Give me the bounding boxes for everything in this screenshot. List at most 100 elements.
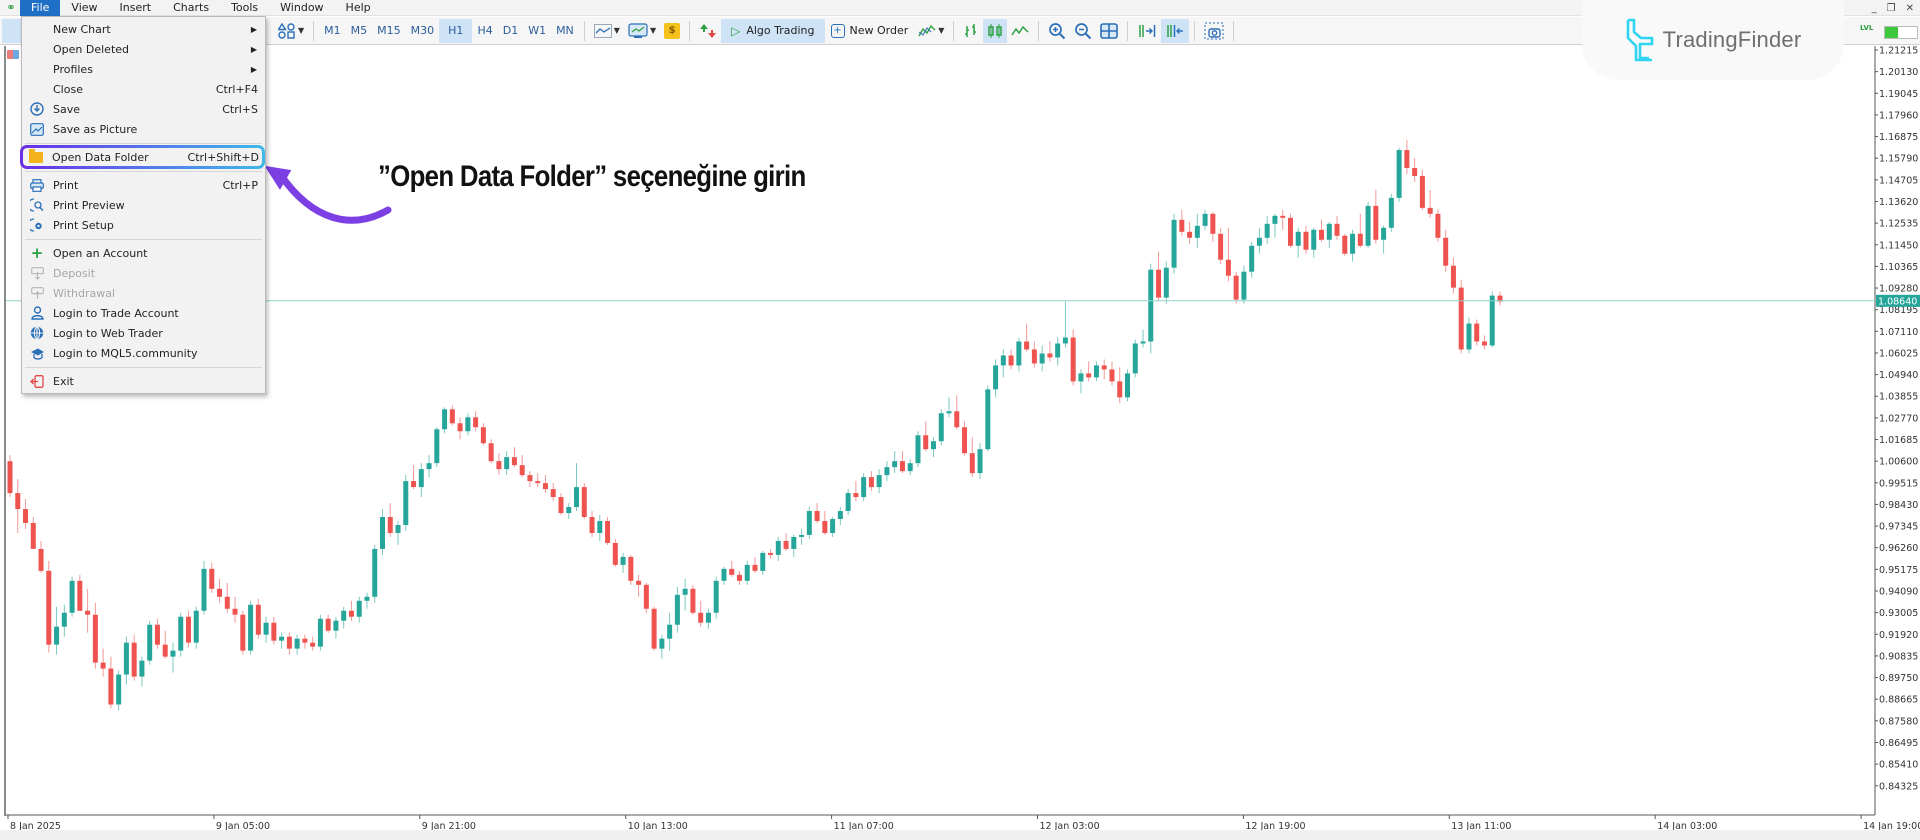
price-tick-label: 0.89750	[1879, 673, 1918, 684]
file-menu-item-open-data-folder[interactable]: Open Data Folder Ctrl+Shift+D	[21, 147, 266, 167]
candle-bearish	[1179, 219, 1185, 232]
candle-bearish	[348, 610, 354, 617]
candle-bullish	[139, 660, 145, 677]
candle-bullish	[123, 642, 129, 675]
file-menu-item-open-an-account[interactable]: + Open an Account	[22, 243, 265, 263]
candle-bearish	[496, 461, 502, 470]
candle-bearish	[1357, 233, 1363, 246]
menu-item-label: Profiles	[53, 62, 93, 76]
file-menu-item-save-as-picture[interactable]: Save as Picture	[22, 119, 265, 139]
candle-bullish	[876, 475, 882, 488]
candle-bullish	[791, 536, 797, 549]
file-menu-item-close[interactable]: Close Ctrl+F4	[22, 79, 265, 99]
candle-bearish	[581, 487, 587, 518]
file-menu-item-new-chart[interactable]: New Chart ▶	[22, 19, 265, 39]
candle-bullish	[1055, 343, 1061, 358]
candle-bearish	[822, 520, 828, 533]
price-chart[interactable]: 1.21215 1.20130 1.19045 1.17960 1.16875 1.157…	[0, 0, 1920, 840]
price-tick-label: 0.96260	[1879, 543, 1918, 554]
candle-bullish	[341, 610, 347, 621]
file-menu-item-print-preview[interactable]: Print Preview	[22, 195, 265, 215]
candle-bearish	[286, 636, 292, 649]
candle-bullish	[659, 638, 665, 649]
file-menu-item-print[interactable]: Print Ctrl+P	[22, 175, 265, 195]
candle-bullish	[985, 389, 991, 450]
candle-bullish	[1249, 245, 1255, 272]
menu-item-label: Save	[53, 102, 81, 116]
candle-bearish	[1373, 205, 1379, 240]
price-tick-label: 1.04940	[1879, 370, 1918, 381]
exit-icon	[29, 373, 45, 389]
candle-bearish	[108, 668, 114, 705]
candle-bullish	[799, 534, 805, 537]
menu-item-shortcut: Ctrl+Shift+D	[187, 150, 259, 164]
menu-item-label: Close	[53, 82, 83, 96]
candle-bearish	[1101, 365, 1107, 370]
annotation-text: ”Open Data Folder” seçeneğine girin	[378, 160, 806, 193]
price-tick-label: 1.21215	[1879, 46, 1918, 57]
candle-bullish	[178, 616, 184, 651]
candle-bearish	[1474, 323, 1480, 342]
menu-item-label: Withdrawal	[53, 286, 116, 300]
candle-bullish	[977, 449, 983, 474]
candle-bullish	[1202, 213, 1208, 226]
candle-bullish	[667, 624, 673, 639]
price-tick-label: 0.99515	[1879, 478, 1918, 489]
candle-bearish	[1218, 233, 1224, 260]
candle-bearish	[1342, 235, 1348, 254]
file-menu-item-exit[interactable]: Exit	[22, 371, 265, 391]
candle-bearish	[480, 427, 486, 444]
candle-bullish	[674, 594, 680, 625]
candle-bearish	[1280, 215, 1286, 218]
candle-bullish	[830, 518, 836, 533]
price-tick-label: 0.98430	[1879, 500, 1918, 511]
file-menu-item-open-deleted[interactable]: Open Deleted ▶	[22, 39, 265, 59]
candle-bearish	[131, 642, 137, 677]
candle-bearish	[698, 612, 704, 623]
candle-bearish	[1156, 269, 1162, 298]
candle-bullish	[861, 477, 867, 498]
menu-item-label: Login to Web Trader	[53, 326, 163, 340]
candle-bullish	[915, 435, 921, 464]
current-price-label: 1.08640	[1878, 296, 1917, 307]
candle-bullish	[1016, 341, 1022, 366]
file-menu-item-login-to-web-trader[interactable]: Login to Web Trader	[22, 323, 265, 343]
menu-separator	[25, 143, 262, 144]
candle-bearish	[1481, 341, 1487, 346]
candle-bearish	[488, 443, 494, 462]
candle-bearish	[411, 481, 417, 488]
candle-bearish	[473, 417, 479, 428]
candle-bearish	[92, 614, 98, 663]
price-tick-label: 1.20130	[1879, 67, 1918, 78]
candle-bearish	[605, 520, 611, 543]
candle-bullish	[713, 580, 719, 613]
candle-bearish	[162, 644, 168, 657]
candle-bullish	[403, 481, 409, 525]
candle-bullish	[1396, 150, 1402, 198]
price-tick-label: 1.11450	[1879, 240, 1918, 251]
candle-bearish	[1319, 229, 1325, 240]
candle-bearish	[1109, 369, 1115, 382]
candle-bullish	[248, 604, 254, 651]
file-menu-dropdown: New Chart ▶ Open Deleted ▶ Profiles ▶ Close Ctr…	[21, 16, 266, 394]
candle-bearish	[325, 618, 331, 631]
file-menu-item-print-setup[interactable]: Print Setup	[22, 215, 265, 235]
candle-bearish	[535, 481, 541, 484]
menu-separator	[25, 367, 262, 368]
file-menu-item-save[interactable]: Save Ctrl+S	[22, 99, 265, 119]
menu-item-label: Exit	[53, 374, 74, 388]
candle-bearish	[85, 610, 91, 615]
file-menu-item-login-to-mql5-community[interactable]: Login to MQL5.community	[22, 343, 265, 363]
candle-bearish	[1047, 353, 1053, 358]
candle-bearish	[449, 409, 455, 424]
candle-bullish	[1264, 223, 1270, 238]
candle-bullish	[1125, 373, 1130, 398]
candle-bearish	[77, 580, 83, 611]
file-menu-item-login-to-trade-account[interactable]: Login to Trade Account	[22, 303, 265, 323]
price-tick-label: 1.15790	[1879, 154, 1918, 165]
candle-bearish	[46, 570, 52, 645]
status-strip	[0, 830, 1920, 840]
graduation-cap-icon	[29, 345, 45, 361]
candle-bearish	[1024, 341, 1030, 350]
file-menu-item-profiles[interactable]: Profiles ▶	[22, 59, 265, 79]
